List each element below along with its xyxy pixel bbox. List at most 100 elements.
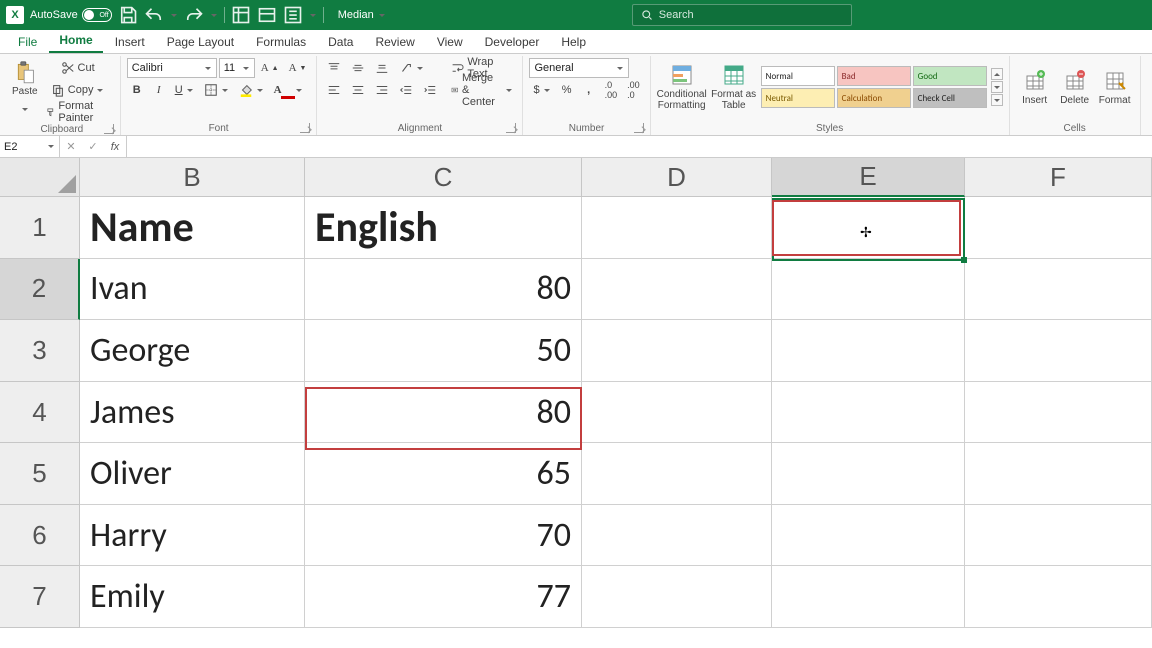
cell-f3[interactable] (965, 320, 1152, 382)
font-size-combo[interactable]: 11 (219, 58, 255, 78)
cell-f5[interactable] (965, 443, 1152, 505)
delete-cells-button[interactable]: Delete (1056, 58, 1094, 116)
align-right-button[interactable] (371, 80, 393, 100)
underline-button[interactable]: U (171, 80, 198, 100)
cell-c4[interactable]: 80 (305, 382, 582, 444)
cell-b1[interactable]: Name (80, 197, 305, 259)
undo-icon[interactable] (144, 5, 164, 25)
fill-color-button[interactable] (235, 80, 268, 100)
cell-e6[interactable] (772, 505, 965, 567)
orientation-button[interactable] (395, 58, 428, 78)
col-header-f[interactable]: F (965, 158, 1152, 197)
row-header-3[interactable]: 3 (0, 320, 80, 382)
style-good[interactable]: Good (913, 66, 987, 86)
worksheet-grid[interactable]: 1 2 3 4 5 6 7 B C D E F Name English Iva… (0, 158, 1152, 628)
cell-b4[interactable]: James (80, 382, 305, 444)
row-header-5[interactable]: 5 (0, 443, 80, 505)
cut-button[interactable]: Cut (42, 58, 114, 78)
tab-view[interactable]: View (427, 31, 473, 53)
format-as-table-button[interactable]: Format as Table (709, 58, 759, 116)
cell-c6[interactable]: 70 (305, 505, 582, 567)
paste-dropdown[interactable] (21, 99, 29, 119)
align-middle-button[interactable] (347, 58, 369, 78)
style-calculation[interactable]: Calculation (837, 88, 911, 108)
increase-indent-button[interactable] (419, 80, 441, 100)
tab-formulas[interactable]: Formulas (246, 31, 316, 53)
dialog-launcher-icon[interactable] (300, 123, 310, 133)
style-bad[interactable]: Bad (837, 66, 911, 86)
dialog-launcher-icon[interactable] (104, 124, 114, 134)
decrease-indent-button[interactable] (395, 80, 417, 100)
row-header-2[interactable]: 2 (0, 259, 80, 321)
cell-e7[interactable] (772, 566, 965, 628)
gallery-down-icon[interactable] (991, 81, 1003, 93)
conditional-formatting-button[interactable]: Conditional Formatting (657, 58, 707, 116)
enter-formula-button[interactable]: ✓ (82, 137, 104, 157)
format-cells-button[interactable]: Format (1096, 58, 1134, 116)
comma-button[interactable]: , (579, 80, 599, 100)
document-name[interactable]: Median (338, 5, 386, 25)
cell-f7[interactable] (965, 566, 1152, 628)
cell-f6[interactable] (965, 505, 1152, 567)
col-header-c[interactable]: C (305, 158, 582, 197)
tab-developer[interactable]: Developer (475, 31, 550, 53)
col-header-b[interactable]: B (80, 158, 305, 197)
dialog-launcher-icon[interactable] (634, 123, 644, 133)
chevron-down-icon[interactable] (47, 137, 55, 157)
undo-dropdown[interactable] (170, 5, 178, 25)
cell-b3[interactable]: George (80, 320, 305, 382)
cell-c5[interactable]: 65 (305, 443, 582, 505)
fx-button[interactable]: fx (104, 137, 126, 157)
tab-review[interactable]: Review (365, 31, 424, 53)
italic-button[interactable]: I (149, 80, 169, 100)
cell-f2[interactable] (965, 259, 1152, 321)
cell-b7[interactable]: Emily (80, 566, 305, 628)
fill-button[interactable] (1147, 80, 1152, 100)
cell-c3[interactable]: 50 (305, 320, 582, 382)
autosave-toggle[interactable]: AutoSave Off (30, 8, 112, 22)
cell-d4[interactable] (582, 382, 772, 444)
cell-e2[interactable] (772, 259, 965, 321)
gallery-scroll[interactable] (991, 68, 1003, 106)
cell-d5[interactable] (582, 443, 772, 505)
align-bottom-button[interactable] (371, 58, 393, 78)
tab-insert[interactable]: Insert (105, 31, 155, 53)
clear-button[interactable] (1147, 102, 1152, 122)
row-header-7[interactable]: 7 (0, 566, 80, 628)
cell-styles-gallery[interactable]: Normal Bad Good Neutral Calculation Chec… (761, 66, 987, 108)
qat-btn-3[interactable] (283, 5, 303, 25)
accounting-button[interactable]: $ (529, 80, 554, 100)
decrease-font-button[interactable]: A▼ (285, 58, 311, 78)
font-color-button[interactable]: A (270, 80, 307, 100)
cell-d6[interactable] (582, 505, 772, 567)
align-top-button[interactable] (323, 58, 345, 78)
gallery-up-icon[interactable] (991, 68, 1003, 80)
autosum-button[interactable]: Σ (1147, 58, 1152, 78)
dialog-launcher-icon[interactable] (506, 123, 516, 133)
align-left-button[interactable] (323, 80, 345, 100)
cell-b6[interactable]: Harry (80, 505, 305, 567)
cell-c2[interactable]: 80 (305, 259, 582, 321)
cell-d3[interactable] (582, 320, 772, 382)
cell-e1[interactable] (772, 197, 965, 259)
cell-f1[interactable] (965, 197, 1152, 259)
search-input[interactable]: Search (632, 4, 852, 26)
format-painter-button[interactable]: Format Painter (42, 102, 114, 122)
col-header-e[interactable]: E (772, 158, 965, 197)
font-name-combo[interactable]: Calibri (127, 58, 217, 78)
cell-d2[interactable] (582, 259, 772, 321)
row-header-1[interactable]: 1 (0, 197, 80, 259)
tab-page-layout[interactable]: Page Layout (157, 31, 244, 53)
decrease-decimal-button[interactable]: .00.0 (623, 80, 644, 100)
cell-e4[interactable] (772, 382, 965, 444)
qat-btn-1[interactable] (231, 5, 251, 25)
qat-btn-2[interactable] (257, 5, 277, 25)
gallery-more-icon[interactable] (991, 94, 1003, 106)
paste-button[interactable]: Paste (10, 61, 40, 119)
tab-home[interactable]: Home (49, 29, 102, 53)
cell-b2[interactable]: Ivan (80, 259, 305, 321)
copy-button[interactable]: Copy (42, 80, 114, 100)
insert-cells-button[interactable]: Insert (1016, 58, 1054, 116)
cell-d7[interactable] (582, 566, 772, 628)
redo-icon[interactable] (184, 5, 204, 25)
